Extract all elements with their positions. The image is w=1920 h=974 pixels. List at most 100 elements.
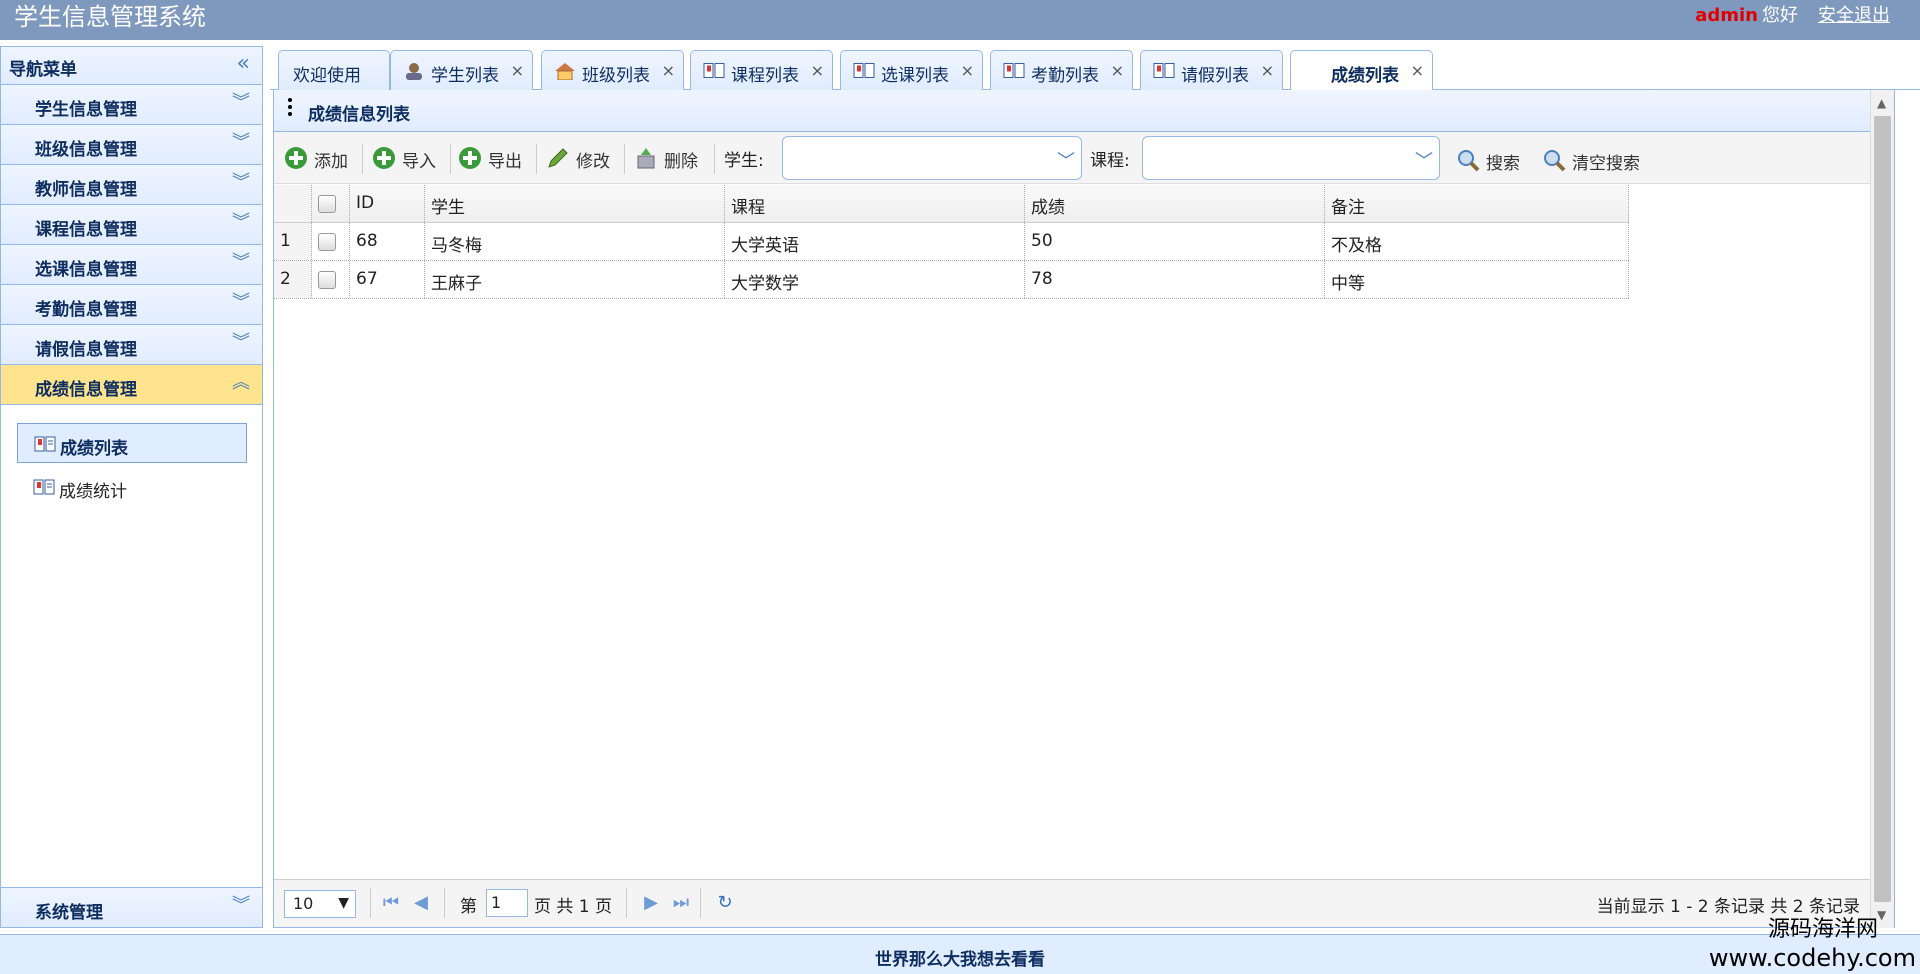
tab-attendance-list[interactable]: 考勤列表 × (990, 50, 1133, 90)
button-label: 导出 (488, 152, 522, 172)
row-checkbox[interactable] (318, 271, 336, 289)
clear-search-button[interactable]: 清空搜索 (1542, 146, 1652, 174)
sidebar-item-teacher[interactable]: 教师信息管理 ︾ (1, 165, 262, 205)
close-icon[interactable]: × (961, 61, 974, 80)
page-prefix: 第 (460, 897, 477, 917)
main-area: 欢迎使用 学生列表 × 班级列表 × 课程列表 × 选课列表 × 考勤列表 × 请假列表 ×… (270, 46, 1920, 928)
tab-welcome[interactable]: 欢迎使用 (278, 50, 390, 90)
sidebar: 导航菜单 « 学生信息管理 ︾ 班级信息管理 ︾ 教师信息管理 ︾ 课程信息管理 ︾ 选… (0, 46, 263, 928)
row-checkbox[interactable] (318, 233, 336, 251)
sidebar-title: 导航菜单 (9, 60, 77, 80)
pager-divider (370, 888, 371, 918)
sidebar-item-attendance[interactable]: 考勤信息管理 ︾ (1, 285, 262, 325)
scroll-thumb[interactable] (1874, 116, 1891, 902)
chevron-double-down-icon: ︾ (232, 252, 250, 273)
toolbar: 添加 导入 导出 修改 删除 学生: ﹀ 课程: ﹀ 搜索 清空搜索 (274, 132, 1894, 184)
cell-student: 王麻子 (425, 261, 725, 298)
refresh-icon[interactable]: ↻ (714, 892, 736, 914)
column-header-student[interactable]: 学生 (425, 185, 725, 222)
sidebar-item-label: 课程信息管理 (35, 220, 137, 240)
delete-button[interactable]: 删除 (634, 144, 706, 172)
score-table: ID 学生 课程 成绩 备注 1 68 马冬梅 大学英语 50 不及格 2 67… (274, 185, 1629, 299)
add-button[interactable]: 添加 (284, 144, 356, 172)
select-all-checkbox[interactable] (318, 195, 336, 213)
scroll-up-icon[interactable]: ▲ (1877, 96, 1886, 110)
toolbar-divider (362, 144, 363, 174)
chevron-double-down-icon: ︾ (232, 212, 250, 233)
sidebar-item-label: 学生信息管理 (35, 100, 137, 120)
cell-id: 68 (350, 223, 425, 260)
search-icon (1458, 150, 1480, 172)
column-header-id[interactable]: ID (350, 185, 425, 222)
column-header-course[interactable]: 课程 (725, 185, 1025, 222)
next-page-icon[interactable]: ▶ (640, 892, 662, 914)
app-title: 学生信息管理系统 (14, 3, 206, 31)
tab-label: 课程列表 (731, 66, 799, 86)
sidebar-item-selection[interactable]: 选课信息管理 ︾ (1, 245, 262, 285)
tab-leave-list[interactable]: 请假列表 × (1140, 50, 1283, 90)
score-panel: 成绩信息列表 添加 导入 导出 修改 删除 学生: ﹀ 课程: ﹀ 搜索 清空搜… (273, 90, 1895, 928)
trash-icon (637, 148, 655, 169)
export-button[interactable]: 导出 (458, 144, 530, 172)
sidebar-item-label: 教师信息管理 (35, 180, 137, 200)
prev-page-icon[interactable]: ◀ (410, 892, 432, 914)
sidebar-item-label: 班级信息管理 (35, 140, 137, 160)
table-row[interactable]: 2 67 王麻子 大学数学 78 中等 (274, 261, 1629, 299)
greeting: 您好 (1762, 5, 1798, 26)
column-header-score[interactable]: 成绩 (1025, 185, 1325, 222)
sidebar-item-course[interactable]: 课程信息管理 ︾ (1, 205, 262, 245)
course-filter-select[interactable]: ﹀ (1142, 136, 1440, 180)
tab-selection-list[interactable]: 选课列表 × (840, 50, 983, 90)
import-button[interactable]: 导入 (372, 144, 444, 172)
close-icon[interactable]: × (811, 61, 824, 80)
table-row[interactable]: 1 68 马冬梅 大学英语 50 不及格 (274, 223, 1629, 261)
watermark-line2: www.codehy.com (1708, 944, 1916, 972)
book-icon (34, 436, 56, 452)
sidebar-item-class[interactable]: 班级信息管理 ︾ (1, 125, 262, 165)
search-icon (1544, 150, 1566, 172)
plus-icon (373, 147, 395, 169)
submenu-item-label: 成绩列表 (60, 439, 128, 459)
page-size-select[interactable]: 10 ▼ (284, 890, 356, 918)
submenu-item-score-stats[interactable]: 成绩统计 (17, 467, 247, 507)
pager-divider (626, 888, 627, 918)
close-icon[interactable]: × (1261, 61, 1274, 80)
cell-score: 78 (1025, 261, 1325, 298)
submenu-item-score-list[interactable]: 成绩列表 (17, 423, 247, 463)
collapse-left-icon[interactable]: « (237, 53, 250, 75)
close-icon[interactable]: × (1111, 61, 1124, 80)
sidebar-item-leave[interactable]: 请假信息管理 ︾ (1, 325, 262, 365)
sidebar-item-label: 系统管理 (35, 903, 103, 923)
close-icon[interactable]: × (1411, 61, 1424, 80)
cell-student: 马冬梅 (425, 223, 725, 260)
edit-button[interactable]: 修改 (546, 144, 618, 172)
pencil-icon (548, 148, 568, 168)
tab-course-list[interactable]: 课程列表 × (690, 50, 833, 90)
rownum-header (274, 185, 312, 222)
close-icon[interactable]: × (662, 61, 675, 80)
chevron-double-down-icon: ︾ (232, 895, 250, 916)
page-number-input[interactable]: 1 (486, 889, 528, 917)
student-filter-select[interactable]: ﹀ (782, 136, 1082, 180)
caret-down-icon: ▼ (338, 895, 349, 911)
tab-student-list[interactable]: 学生列表 × (390, 50, 533, 90)
last-page-icon[interactable]: ⏭ (670, 892, 692, 914)
first-page-icon[interactable]: ⏮ (380, 892, 402, 914)
sidebar-item-score[interactable]: 成绩信息管理 ︽ (1, 365, 262, 405)
footer-text: 世界那么大我想去看看 (875, 950, 1045, 970)
tab-label: 学生列表 (431, 66, 499, 86)
logout-link[interactable]: 安全退出 (1818, 5, 1890, 26)
tab-score-list[interactable]: 成绩列表 × (1290, 50, 1433, 91)
column-header-remark[interactable]: 备注 (1325, 185, 1629, 222)
pagination-bar: 10 ▼ ⏮ ◀ 第 1 页 共 1 页 ▶ ⏭ ↻ 当前显示 1 - 2 条记录… (274, 879, 1870, 927)
student-filter-label: 学生: (724, 151, 764, 171)
sidebar-item-system[interactable]: 系统管理 ︾ (1, 887, 262, 927)
vertical-scrollbar[interactable]: ▲ ▼ (1870, 90, 1894, 928)
close-icon[interactable]: × (511, 61, 524, 80)
cell-course: 大学英语 (725, 223, 1025, 260)
tab-class-list[interactable]: 班级列表 × (541, 50, 684, 90)
button-label: 导入 (402, 152, 436, 172)
search-button[interactable]: 搜索 (1456, 146, 1528, 174)
sidebar-item-student[interactable]: 学生信息管理 ︾ (1, 85, 262, 125)
button-label: 清空搜索 (1572, 154, 1640, 174)
